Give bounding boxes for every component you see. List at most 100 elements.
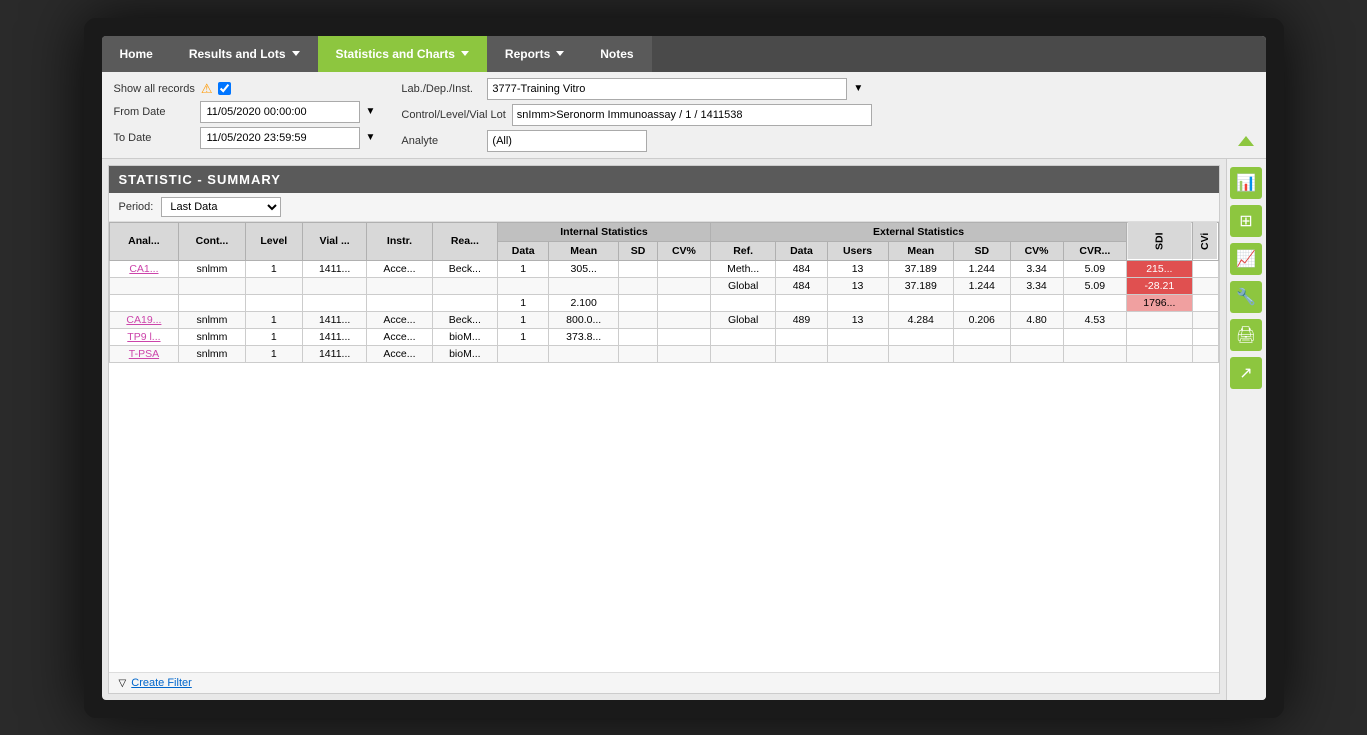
cell-mean: [549, 345, 619, 362]
cell-sd: [619, 260, 658, 277]
analyte-row: Analyte: [401, 130, 1253, 152]
to-date-row: To Date ▼: [114, 127, 376, 149]
table-row: T-PSAsnlmm11411...Acce...bioM...: [109, 345, 1218, 362]
grid-button[interactable]: ⊞: [1230, 205, 1262, 237]
internal-stats-header: Internal Statistics: [498, 222, 711, 241]
cell-mean: 2.100: [549, 294, 619, 311]
to-date-input[interactable]: [200, 127, 360, 149]
control-input[interactable]: [512, 104, 872, 126]
from-date-dropdown-icon[interactable]: ▼: [366, 106, 376, 117]
to-date-dropdown-icon[interactable]: ▼: [366, 132, 376, 143]
from-date-input[interactable]: [200, 101, 360, 123]
table-row: 12.1001796...: [109, 294, 1218, 311]
period-label: Period:: [119, 201, 154, 213]
show-all-records-checkbox[interactable]: [218, 82, 231, 95]
to-date-label: To Date: [114, 132, 194, 144]
notes-label: Notes: [600, 47, 633, 61]
chart-line-button[interactable]: 📈: [1230, 243, 1262, 275]
analyte-link[interactable]: TP9 l...: [127, 331, 160, 343]
cell-ext-cv: [1010, 328, 1063, 345]
cell-ref: Global: [710, 277, 775, 294]
cell-cvr: 5.09: [1063, 277, 1127, 294]
cell-data: [498, 277, 549, 294]
cell-cv: [657, 294, 710, 311]
cell-ext-mean: [888, 294, 953, 311]
cell-level: 1: [245, 260, 302, 277]
cell-ref: [710, 328, 775, 345]
cell-sd: [619, 277, 658, 294]
ext-col-mean: Mean: [888, 241, 953, 260]
cell-instr: Acce...: [367, 311, 432, 328]
int-col-cv: CV%: [657, 241, 710, 260]
reports-arrow-icon: [556, 51, 564, 56]
cell-control: snlmm: [179, 328, 245, 345]
cell-users: [827, 345, 888, 362]
warning-icon: ⚠: [201, 81, 213, 97]
period-select[interactable]: Last Data: [161, 197, 281, 217]
ext-col-cvr: CVR...: [1063, 241, 1127, 260]
cell-data: [498, 345, 549, 362]
top-navigation: Home Results and Lots Statistics and Cha…: [102, 36, 1266, 72]
show-all-records-row: Show all records ⚠: [114, 81, 376, 97]
lab-label: Lab./Dep./Inst.: [401, 83, 481, 95]
statistics-table: Anal... Cont... Level Vial ... Instr. Re…: [109, 222, 1219, 363]
cell-cv: [657, 311, 710, 328]
cell-vial: 1411...: [303, 260, 367, 277]
results-lots-arrow-icon: [292, 51, 300, 56]
cell-ext-cv: 3.34: [1010, 260, 1063, 277]
cell-control: snlmm: [179, 260, 245, 277]
cell-users: [827, 294, 888, 311]
create-filter-bar: ▽ Create Filter: [109, 672, 1219, 693]
print-button[interactable]: 🖨: [1230, 319, 1262, 351]
cell-ext-sd: 0.206: [953, 311, 1010, 328]
col-cvi: CVi: [1192, 222, 1218, 260]
lab-input[interactable]: [487, 78, 847, 100]
analyte-link[interactable]: CA1...: [129, 263, 158, 275]
create-filter-link[interactable]: Create Filter: [131, 677, 192, 689]
analyte-link[interactable]: CA19...: [126, 314, 161, 326]
cell-control: snlmm: [179, 311, 245, 328]
cell-users: 13: [827, 260, 888, 277]
nav-notes[interactable]: Notes: [582, 36, 651, 72]
cell-ext-sd: 1.244: [953, 277, 1010, 294]
nav-results-lots[interactable]: Results and Lots: [171, 36, 318, 72]
reports-label: Reports: [505, 47, 550, 61]
nav-stats-charts[interactable]: Statistics and Charts: [318, 36, 487, 72]
filter-left-panel: Show all records ⚠ From Date ▼ To Date ▼: [114, 81, 376, 149]
cell-ext-cv: [1010, 345, 1063, 362]
int-col-mean: Mean: [549, 241, 619, 260]
ext-col-users: Users: [827, 241, 888, 260]
cell-ext-mean: 37.189: [888, 260, 953, 277]
home-label: Home: [120, 47, 153, 61]
cell-cvr: [1063, 345, 1127, 362]
cell-ext-sd: [953, 328, 1010, 345]
cell-cv: [657, 260, 710, 277]
cell-cvi: [1192, 311, 1218, 328]
col-instr: Instr.: [367, 222, 432, 260]
cell-ext-sd: [953, 345, 1010, 362]
cell-ref: [710, 294, 775, 311]
results-lots-label: Results and Lots: [189, 47, 286, 61]
cell-cvi: [1192, 328, 1218, 345]
col-analyte: Anal...: [109, 222, 179, 260]
cell-mean: 800.0...: [549, 311, 619, 328]
cell-rea: Beck...: [432, 311, 497, 328]
chart-bar-button[interactable]: 📊: [1230, 167, 1262, 199]
collapse-filter-arrow[interactable]: [1238, 136, 1254, 146]
lab-dropdown-icon[interactable]: ▼: [853, 83, 863, 94]
data-table-container[interactable]: Anal... Cont... Level Vial ... Instr. Re…: [109, 222, 1219, 672]
cell-ext-mean: 37.189: [888, 277, 953, 294]
filter-bar: Show all records ⚠ From Date ▼ To Date ▼: [102, 72, 1266, 159]
analyte-link[interactable]: T-PSA: [129, 348, 159, 360]
cell-users: 13: [827, 311, 888, 328]
period-bar: Period: Last Data: [109, 193, 1219, 222]
nav-reports[interactable]: Reports: [487, 36, 582, 72]
nav-home[interactable]: Home: [102, 36, 171, 72]
export-button[interactable]: ↗: [1230, 357, 1262, 389]
analyte-input[interactable]: [487, 130, 647, 152]
cell-ext-data: [776, 328, 827, 345]
tools-button[interactable]: 🔧: [1230, 281, 1262, 313]
cell-cvi: [1192, 345, 1218, 362]
right-sidebar: 📊 ⊞ 📈 🔧 🖨 ↗: [1226, 159, 1266, 700]
cell-ext-mean: [888, 328, 953, 345]
